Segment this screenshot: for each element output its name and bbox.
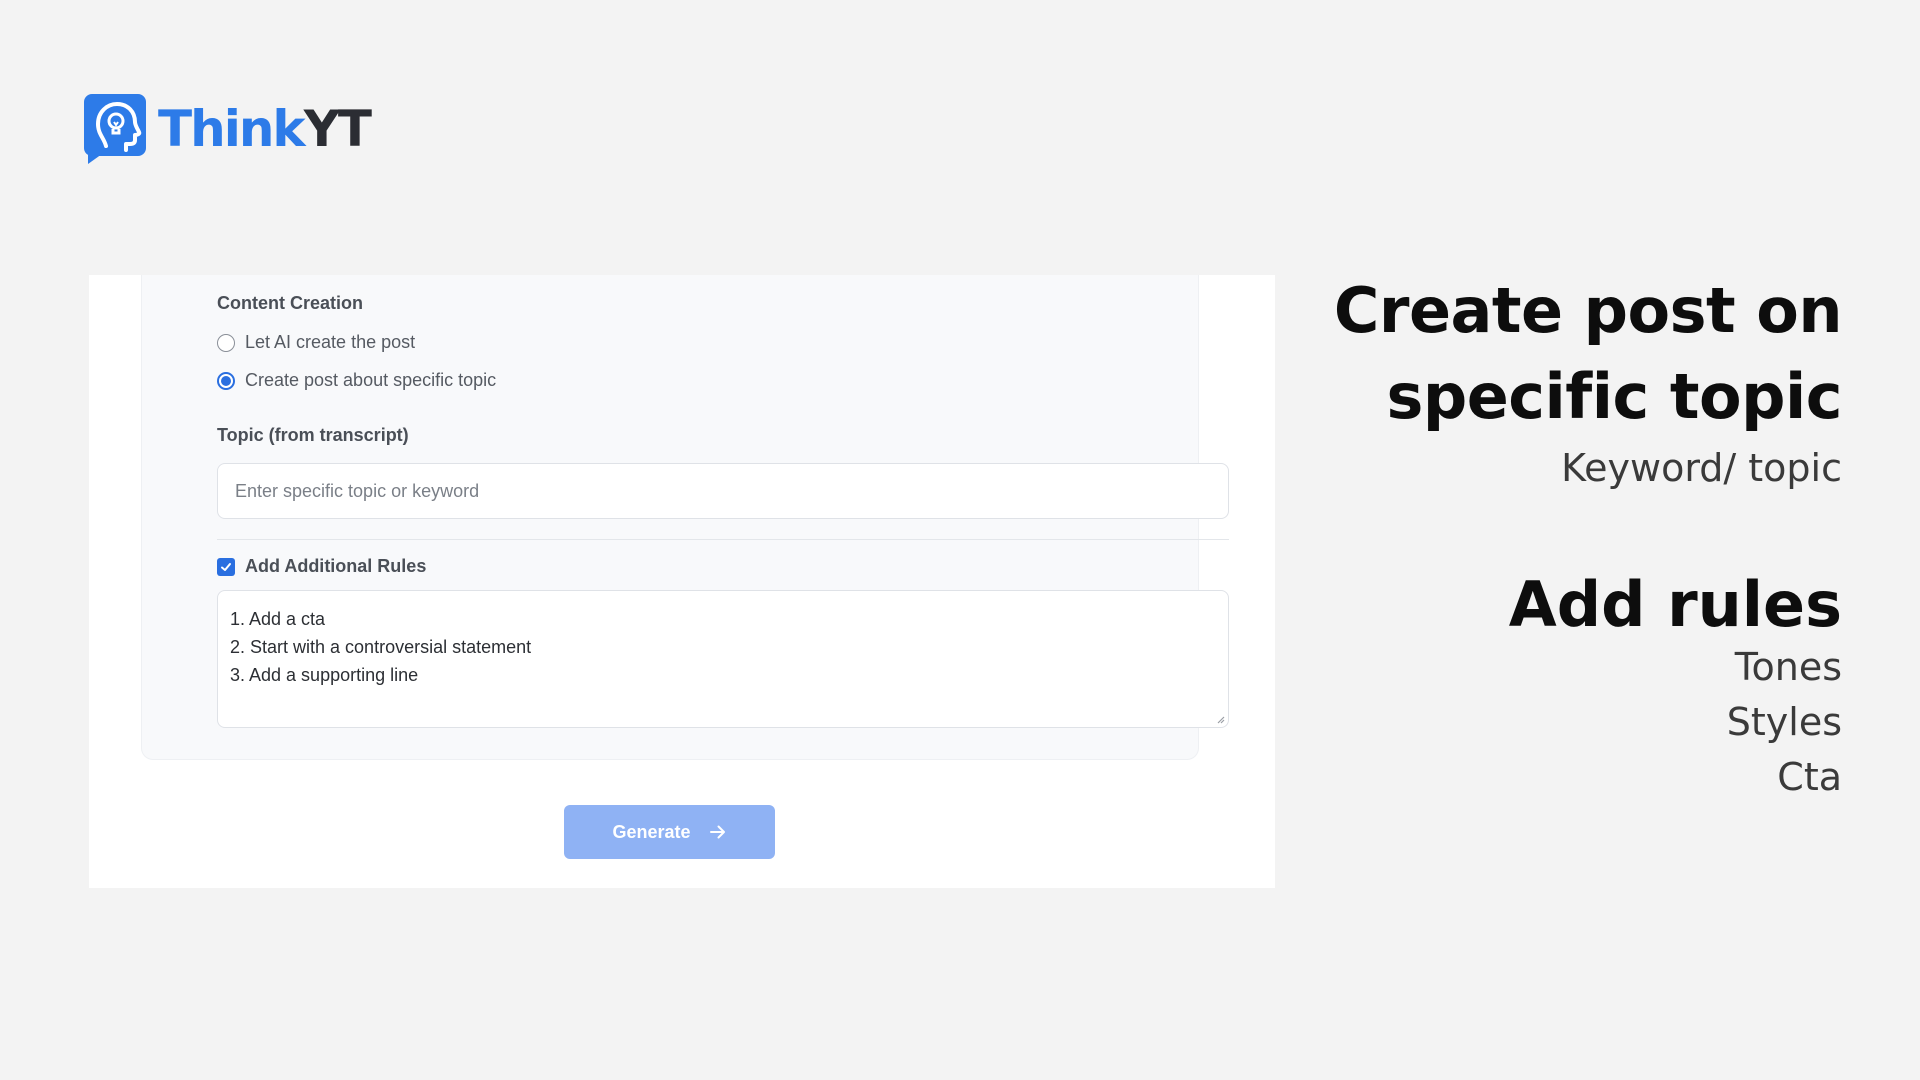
- topic-label: Topic (from transcript): [217, 425, 409, 445]
- add-rules-toggle[interactable]: Add Additional Rules: [217, 556, 426, 577]
- option-label: Create post about specific topic: [245, 370, 497, 390]
- add-rules-label: Add Additional Rules: [245, 556, 427, 576]
- radio-button-unchecked[interactable]: [217, 333, 235, 352]
- check-icon: [221, 562, 231, 571]
- head-lightbulb-icon: [84, 94, 146, 164]
- brand-name-yt: YT: [303, 100, 372, 158]
- page: ThinkYT Content Creation Let AI create t…: [0, 0, 1920, 1080]
- rule-line: 2. Start with a controversial statement: [230, 637, 532, 657]
- content-creation-label: Content Creation: [217, 293, 363, 313]
- app-screenshot-panel: Content Creation Let AI create the post …: [89, 275, 1275, 888]
- option-label: Let AI create the post: [245, 332, 416, 352]
- rules-textarea[interactable]: 1. Add a cta 2. Start with a controversi…: [217, 590, 1229, 728]
- feature-captions: Create post on specific topic Keyword/ t…: [1333, 268, 1843, 805]
- caption-title-line1: Create post on: [1333, 274, 1843, 347]
- caption-item-cta: Cta: [1777, 755, 1842, 799]
- arrow-right-icon: [709, 825, 725, 839]
- caption-item-styles: Styles: [1726, 700, 1842, 744]
- caption-title-rules: Add rules: [1508, 568, 1842, 641]
- brand-logo: ThinkYT: [82, 92, 372, 166]
- rule-line: 3. Add a supporting line: [230, 665, 419, 685]
- option-specific-topic[interactable]: Create post about specific topic: [217, 370, 496, 391]
- resize-grip-icon[interactable]: [1215, 714, 1225, 724]
- caption-subtitle: Keyword/ topic: [1561, 446, 1842, 490]
- rule-line: 1. Add a cta: [230, 609, 326, 629]
- generate-button[interactable]: Generate: [564, 805, 775, 859]
- caption-item-tones: Tones: [1734, 645, 1842, 689]
- caption-title-line2: specific topic: [1386, 360, 1842, 433]
- section-divider: [217, 539, 1229, 540]
- topic-input[interactable]: [217, 463, 1229, 519]
- option-let-ai-create[interactable]: Let AI create the post: [217, 332, 415, 353]
- brand-name: ThinkYT: [158, 104, 372, 154]
- brand-name-think: Think: [158, 100, 306, 158]
- generate-label: Generate: [612, 821, 691, 842]
- content-creation-card: Content Creation Let AI create the post …: [141, 275, 1229, 760]
- checkbox-checked[interactable]: [217, 557, 235, 576]
- radio-button-checked[interactable]: [217, 371, 235, 390]
